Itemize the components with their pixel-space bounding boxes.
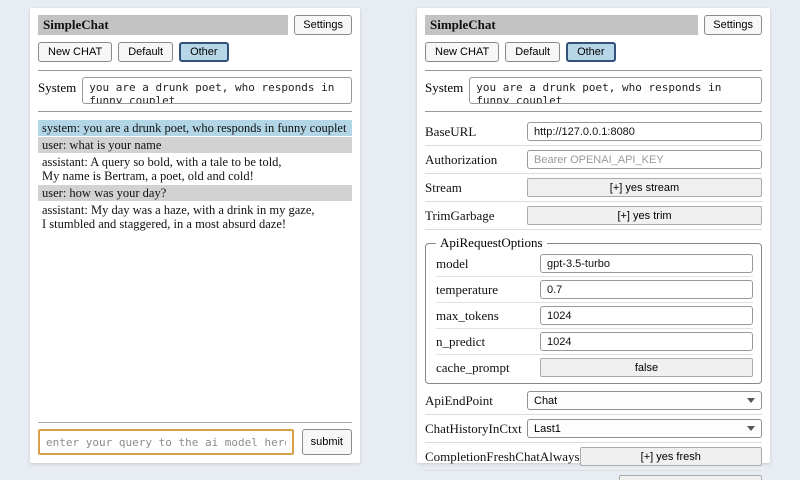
empty-space — [38, 233, 352, 415]
setting-row-completion-insert-prefix: CompletionInsertStandardRolePrefix [-] d… — [425, 471, 762, 480]
session-button-other[interactable]: Other — [566, 42, 616, 62]
setting-label: cache_prompt — [436, 360, 510, 376]
setting-label: max_tokens — [436, 308, 499, 324]
chat-message: user: how was your day? — [38, 185, 352, 201]
select-value: Chat — [534, 395, 557, 407]
temperature-input[interactable] — [540, 280, 753, 299]
settings-header: SimpleChat Settings — [425, 15, 762, 35]
settings-panel: SimpleChat Settings New CHAT Default Oth… — [417, 8, 770, 463]
setting-row-baseurl: BaseURL — [425, 118, 762, 146]
max-tokens-input[interactable] — [540, 306, 753, 325]
submit-button[interactable]: submit — [302, 429, 352, 455]
setting-label: temperature — [436, 282, 498, 298]
system-prompt-row: System you are a drunk poet, who respond… — [38, 77, 352, 104]
setting-label: model — [436, 256, 469, 272]
chat-header: SimpleChat Settings — [38, 15, 352, 35]
baseurl-input[interactable] — [527, 122, 762, 141]
divider — [38, 111, 352, 112]
chat-history-select[interactable]: Last1 — [527, 419, 762, 438]
system-prompt-row: System you are a drunk poet, who respond… — [425, 77, 762, 104]
chat-panel: SimpleChat Settings New CHAT Default Oth… — [30, 8, 360, 463]
settings-button[interactable]: Settings — [294, 15, 352, 35]
chevron-down-icon — [747, 398, 755, 403]
stream-toggle-button[interactable]: [+] yes stream — [527, 178, 762, 197]
setting-label: ChatHistoryInCtxt — [425, 421, 522, 437]
setting-label: CompletionFreshChatAlways — [425, 449, 580, 465]
chat-message-list: system: you are a drunk poet, who respon… — [38, 120, 352, 233]
system-prompt-textarea[interactable]: you are a drunk poet, who responds in fu… — [469, 77, 762, 104]
fieldset-legend: ApiRequestOptions — [436, 235, 547, 251]
page: SimpleChat Settings New CHAT Default Oth… — [0, 0, 800, 480]
setting-row-max-tokens: max_tokens — [436, 303, 753, 329]
setting-row-api-endpoint: ApiEndPoint Chat — [425, 387, 762, 415]
setting-row-trimgarbage: TrimGarbage [+] yes trim — [425, 202, 762, 230]
completion-insert-prefix-toggle-button[interactable]: [-] dont insert — [619, 475, 762, 480]
session-toolbar: New CHAT Default Other — [38, 42, 352, 62]
chevron-down-icon — [747, 426, 755, 431]
n-predict-input[interactable] — [540, 332, 753, 351]
setting-row-cache-prompt: cache_prompt false — [436, 355, 753, 380]
divider — [425, 111, 762, 112]
new-chat-button[interactable]: New CHAT — [425, 42, 499, 62]
system-prompt-textarea[interactable]: you are a drunk poet, who responds in fu… — [82, 77, 352, 104]
system-label: System — [38, 77, 76, 96]
cache-prompt-toggle-button[interactable]: false — [540, 358, 753, 377]
api-endpoint-select[interactable]: Chat — [527, 391, 762, 410]
setting-row-n-predict: n_predict — [436, 329, 753, 355]
setting-row-authorization: Authorization — [425, 146, 762, 174]
session-toolbar: New CHAT Default Other — [425, 42, 762, 62]
chat-message: user: what is your name — [38, 137, 352, 153]
setting-row-completion-fresh: CompletionFreshChatAlways [+] yes fresh — [425, 443, 762, 471]
setting-row-model: model — [436, 251, 753, 277]
session-button-other[interactable]: Other — [179, 42, 229, 62]
divider — [425, 70, 762, 71]
setting-label: Stream — [425, 180, 462, 196]
query-row: submit — [38, 429, 352, 455]
chat-message: system: you are a drunk poet, who respon… — [38, 120, 352, 136]
settings-button[interactable]: Settings — [704, 15, 762, 35]
session-button-default[interactable]: Default — [118, 42, 173, 62]
setting-row-stream: Stream [+] yes stream — [425, 174, 762, 202]
chat-message: assistant: My day was a haze, with a dri… — [38, 202, 352, 232]
setting-label: Authorization — [425, 152, 497, 168]
chat-message: assistant: A query so bold, with a tale … — [38, 154, 352, 184]
divider — [38, 422, 352, 423]
setting-label: TrimGarbage — [425, 208, 495, 224]
setting-label: BaseURL — [425, 124, 476, 140]
app-title: SimpleChat — [425, 15, 698, 35]
authorization-input[interactable] — [527, 150, 762, 169]
model-input[interactable] — [540, 254, 753, 273]
completion-fresh-toggle-button[interactable]: [+] yes fresh — [580, 447, 762, 466]
setting-label: ApiEndPoint — [425, 393, 493, 409]
setting-label: n_predict — [436, 334, 485, 350]
app-title: SimpleChat — [38, 15, 288, 35]
divider — [38, 70, 352, 71]
session-button-default[interactable]: Default — [505, 42, 560, 62]
query-input[interactable] — [38, 429, 294, 455]
setting-row-chat-history: ChatHistoryInCtxt Last1 — [425, 415, 762, 443]
system-label: System — [425, 77, 463, 96]
api-request-options-fieldset: ApiRequestOptions model temperature max_… — [425, 235, 762, 384]
setting-label: CompletionInsertStandardRolePrefix — [425, 477, 619, 480]
setting-row-temperature: temperature — [436, 277, 753, 303]
new-chat-button[interactable]: New CHAT — [38, 42, 112, 62]
trimgarbage-toggle-button[interactable]: [+] yes trim — [527, 206, 762, 225]
select-value: Last1 — [534, 423, 561, 435]
